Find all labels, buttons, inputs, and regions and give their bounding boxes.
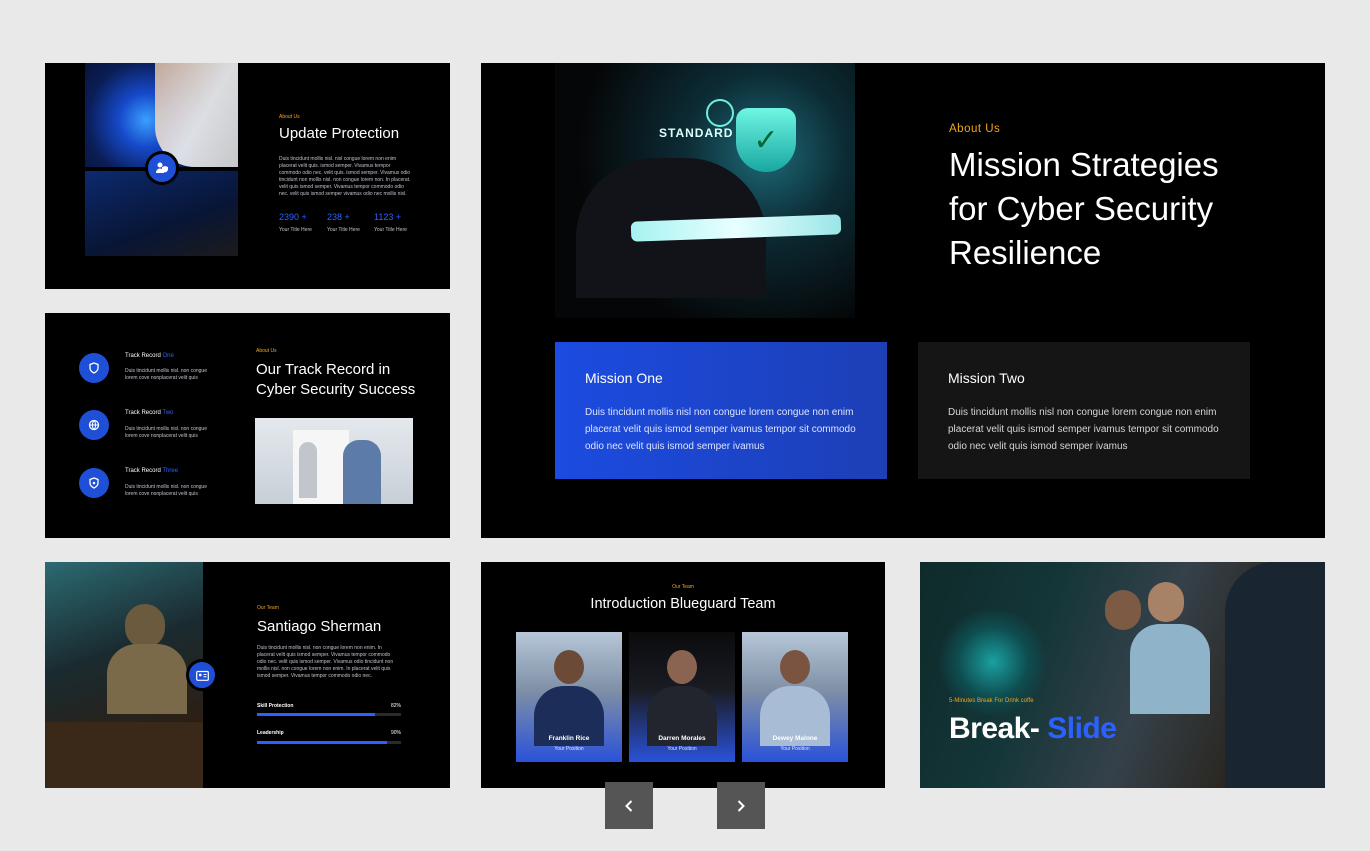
section-label: About Us <box>949 123 1001 135</box>
stat-caption-1: Your Title Here <box>279 227 312 233</box>
mission-card-title: Mission One <box>585 370 663 386</box>
slide-title: Update Protection <box>279 125 400 142</box>
slide-title-line1: Our Track Record in <box>256 361 391 378</box>
member-position: Your Position <box>780 746 810 752</box>
stat-value-3: 1123 + <box>374 212 402 222</box>
check-shield-icon: ✓ <box>736 108 796 172</box>
stat-caption-2: Your Title Here <box>327 227 360 233</box>
track-item-2-name: Track Record <box>125 410 161 416</box>
slide-thumbnail-update-protection[interactable]: About Us Update Protection Duis tincidun… <box>45 63 450 289</box>
section-label: Our Team <box>672 584 694 590</box>
slide-title-line1: Mission Strategies <box>949 146 1219 183</box>
slide-body: Duis tincidunt mollis nisl. nisl congue … <box>279 156 411 197</box>
next-slide-button[interactable] <box>717 782 765 829</box>
slide-title: Introduction Blueguard Team <box>590 596 776 612</box>
slide-thumbnail-break[interactable]: 5-Minutes Break For Drink coffe Break- S… <box>920 562 1325 788</box>
break-label: 5-Minutes Break For Drink coffe <box>949 698 1034 704</box>
standard-label: STANDARD <box>659 126 734 140</box>
stat-value-2: 238 + <box>327 212 350 222</box>
track-item-2-accent: Two <box>162 410 174 416</box>
skill-2-value: 90% <box>391 730 402 736</box>
break-title-white: Break- <box>949 712 1040 745</box>
gear-icon <box>706 99 734 127</box>
break-title: Break- Slide <box>949 712 1117 746</box>
id-card-icon <box>186 659 218 691</box>
skill-1-bar-fill <box>257 713 376 716</box>
skill-2-bar-fill <box>257 741 387 744</box>
mission-card-title: Mission Two <box>948 370 1025 386</box>
globe-icon <box>79 410 109 440</box>
skill-2-name: Leadership <box>257 730 284 736</box>
track-item-3-body: Duis tincidunt mollis nisl. non congue l… <box>125 484 207 497</box>
track-item-3-name: Track Record <box>125 468 161 474</box>
shield-lock-icon <box>79 468 109 498</box>
skill-1-name: Skill Protection <box>257 703 294 709</box>
stat-value-1: 2390 + <box>279 212 307 222</box>
user-shield-icon <box>145 151 179 185</box>
team-card-3: Dewey Malone Your Position <box>742 632 848 762</box>
shield-icon <box>79 353 109 383</box>
mission-card-two: Mission Two Duis tincidunt mollis nisl n… <box>918 342 1250 479</box>
member-position: Your Position <box>554 746 584 752</box>
office-team-image <box>920 562 1325 788</box>
stat-caption-3: Your Title Here <box>374 227 407 233</box>
slide-title-line3: Resilience <box>949 234 1102 271</box>
team-card-1: Franklin Rice Your Position <box>516 632 622 762</box>
section-label: About Us <box>279 114 300 120</box>
member-name: Dewey Malone <box>772 735 818 742</box>
member-name: Darren Morales <box>658 735 706 742</box>
track-item-1-title: Track Record One <box>125 353 174 359</box>
track-item-2-title: Track Record Two <box>125 410 173 416</box>
team-card-2: Darren Morales Your Position <box>629 632 735 762</box>
track-item-3-accent: Three <box>162 468 179 474</box>
track-item-1-name: Track Record <box>125 353 161 359</box>
mission-card-body: Duis tincidunt mollis nisl non congue lo… <box>948 407 1219 452</box>
chevron-left-icon <box>625 799 633 812</box>
member-bio: Duis tincidunt mollis nisl. non congue l… <box>257 645 394 679</box>
slide-thumbnail-team[interactable]: Our Team Introduction Blueguard Team Fra… <box>481 562 885 788</box>
track-item-1-body: Duis tincidunt mollis nisl. non congue l… <box>125 368 207 381</box>
slide-main-mission-strategies[interactable]: ✓ STANDARD About Us Mission Strategies f… <box>481 63 1325 538</box>
break-title-blue: Slide <box>1047 712 1117 745</box>
slide-thumbnail-track-record[interactable]: Track Record One Duis tincidunt mollis n… <box>45 313 450 538</box>
mission-card-body: Duis tincidunt mollis nisl non congue lo… <box>585 407 856 452</box>
slide-title-line2: for Cyber Security <box>949 190 1214 227</box>
slide-title-line2: Cyber Security Success <box>256 381 416 398</box>
section-label: Our Team <box>257 605 279 611</box>
track-item-1-accent: One <box>162 353 174 359</box>
chevron-right-icon <box>737 799 745 812</box>
member-name: Santiago Sherman <box>257 618 382 635</box>
track-item-3-title: Track Record Three <box>125 468 178 474</box>
skill-2-bar <box>257 741 401 744</box>
meeting-image <box>255 418 413 504</box>
member-position: Your Position <box>667 746 697 752</box>
hacker-image <box>45 562 203 788</box>
section-label: About Us <box>256 348 277 354</box>
mission-card-one: Mission One Duis tincidunt mollis nisl n… <box>555 342 887 479</box>
skill-1-value: 82% <box>391 703 402 709</box>
skill-1-bar <box>257 713 401 716</box>
slide-thumbnail-team-member[interactable]: Our Team Santiago Sherman Duis tincidunt… <box>45 562 450 788</box>
member-name: Franklin Rice <box>548 735 590 742</box>
prev-slide-button[interactable] <box>605 782 653 829</box>
track-item-2-body: Duis tincidunt mollis nisl. non congue l… <box>125 426 207 439</box>
